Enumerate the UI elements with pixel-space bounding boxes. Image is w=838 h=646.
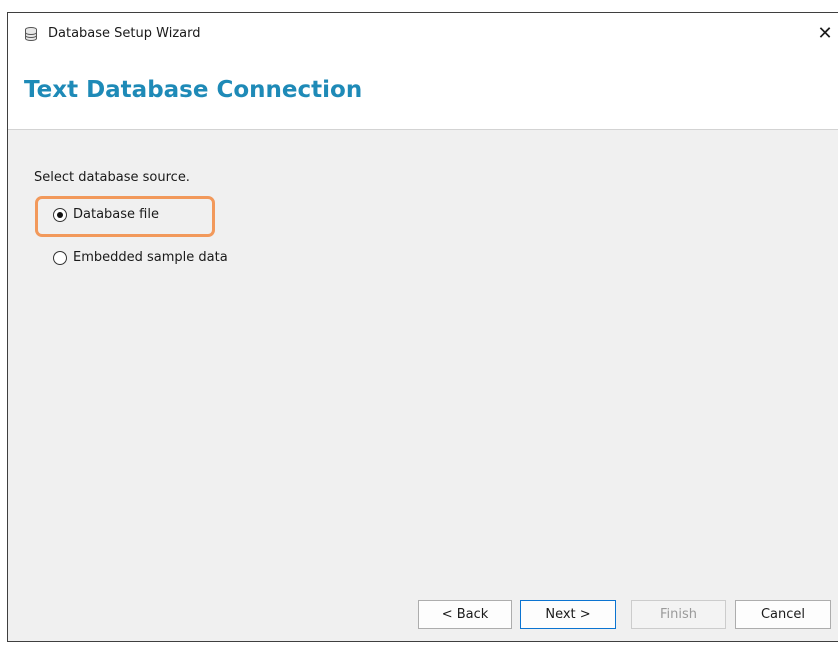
database-file-label: Database file: [73, 207, 159, 222]
radio-button-checked[interactable]: [53, 207, 67, 222]
database-icon: [23, 26, 39, 42]
finish-button[interactable]: Finish: [631, 600, 726, 629]
window-title: Database Setup Wizard: [48, 26, 201, 41]
wizard-window: Database Setup Wizard ✕ Text Database Co…: [7, 12, 838, 642]
source-prompt: Select database source.: [34, 170, 190, 185]
wizard-header: Text Database Connection: [8, 53, 838, 130]
embedded-sample-data-radio[interactable]: Embedded sample data: [53, 250, 228, 265]
close-icon: ✕: [817, 22, 833, 44]
close-button[interactable]: ✕: [812, 13, 838, 53]
embedded-sample-data-label: Embedded sample data: [73, 250, 228, 265]
wizard-content: Select database source. Database file Em…: [8, 130, 838, 641]
radio-button-unchecked[interactable]: [53, 250, 67, 265]
title-bar: Database Setup Wizard ✕: [8, 13, 838, 53]
next-button[interactable]: Next >: [520, 600, 616, 629]
back-button[interactable]: < Back: [418, 600, 512, 629]
page-title: Text Database Connection: [24, 77, 363, 103]
database-file-radio[interactable]: Database file: [53, 207, 159, 222]
cancel-button[interactable]: Cancel: [735, 600, 831, 629]
